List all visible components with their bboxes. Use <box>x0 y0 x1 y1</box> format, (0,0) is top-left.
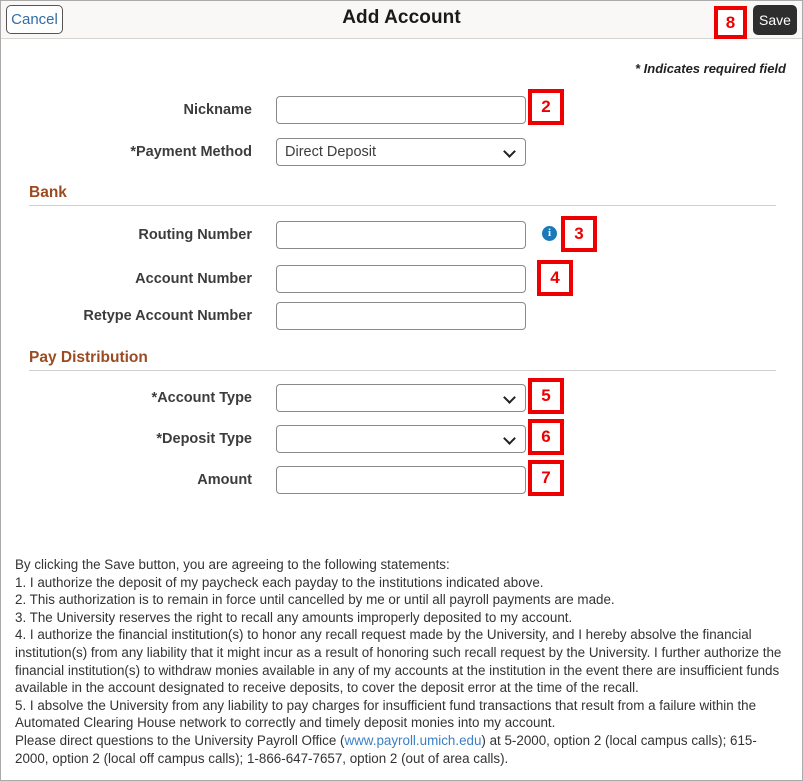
routing-number-input[interactable] <box>276 221 526 249</box>
row-account-number: Account Number <box>1 265 528 295</box>
callout-8-save: 8 <box>714 6 747 39</box>
routing-number-info-icon[interactable]: i <box>542 226 557 241</box>
legal-contact: Please direct questions to the Universit… <box>15 732 790 767</box>
payment-method-select[interactable]: Direct Deposit <box>276 138 526 166</box>
row-routing-number: Routing Number <box>1 221 528 251</box>
section-pay-distribution-title: Pay Distribution <box>29 349 148 366</box>
account-type-label: *Account Type <box>151 390 252 406</box>
legal-intro: By clicking the Save button, you are agr… <box>15 557 450 572</box>
row-amount: Amount <box>1 466 528 496</box>
callout-2-nickname: 2 <box>528 89 564 125</box>
save-button[interactable]: Save <box>753 5 797 35</box>
section-bank: Bank <box>29 184 776 206</box>
row-payment-method: *Payment Method Direct Deposit <box>1 138 528 168</box>
routing-number-label: Routing Number <box>138 227 252 243</box>
section-bank-title: Bank <box>29 184 67 201</box>
account-number-input[interactable] <box>276 265 526 293</box>
amount-label: Amount <box>197 472 252 488</box>
legal-disclosure: By clicking the Save button, you are agr… <box>15 556 790 767</box>
section-pay-distribution: Pay Distribution <box>29 349 776 371</box>
callout-3-routing-number: 3 <box>561 216 597 252</box>
payroll-website-link[interactable]: www.payroll.umich.edu <box>344 733 481 748</box>
nickname-input[interactable] <box>276 96 526 124</box>
amount-input[interactable] <box>276 466 526 494</box>
callout-4-account-number: 4 <box>537 260 573 296</box>
required-field-note: * Indicates required field <box>635 61 786 76</box>
payment-method-label: *Payment Method <box>130 144 252 160</box>
callout-5-account-type: 5 <box>528 378 564 414</box>
retype-account-number-input[interactable] <box>276 302 526 330</box>
section-pay-distribution-rule <box>29 370 776 371</box>
page-title: Add Account <box>342 7 461 28</box>
legal-item-1: 1. I authorize the deposit of my paychec… <box>15 574 544 590</box>
callout-6-deposit-type: 6 <box>528 419 564 455</box>
row-deposit-type: *Deposit Type <box>1 425 528 455</box>
row-account-type: *Account Type <box>1 384 528 414</box>
legal-contact-prefix: Please direct questions to the Universit… <box>15 732 345 748</box>
account-number-label: Account Number <box>135 271 252 287</box>
add-account-page: Cancel Add Account Save * Indicates requ… <box>0 0 803 781</box>
nickname-label: Nickname <box>183 102 252 118</box>
section-bank-rule <box>29 205 776 206</box>
row-nickname: Nickname <box>1 96 528 126</box>
legal-item-4: 4. I authorize the financial institution… <box>15 627 782 696</box>
row-retype-account-number: Retype Account Number <box>1 302 528 332</box>
callout-7-amount: 7 <box>528 460 564 496</box>
legal-item-2: 2. This authorization is to remain in fo… <box>15 592 615 608</box>
account-type-select[interactable] <box>276 384 526 412</box>
deposit-type-label: *Deposit Type <box>156 431 252 447</box>
page-header: Cancel Add Account Save <box>1 1 802 39</box>
deposit-type-select[interactable] <box>276 425 526 453</box>
legal-item-5: 5. I absolve the University from any lia… <box>15 697 757 731</box>
legal-item-3: 3. The University reserves the right to … <box>15 609 573 625</box>
retype-account-number-label: Retype Account Number <box>83 308 252 324</box>
